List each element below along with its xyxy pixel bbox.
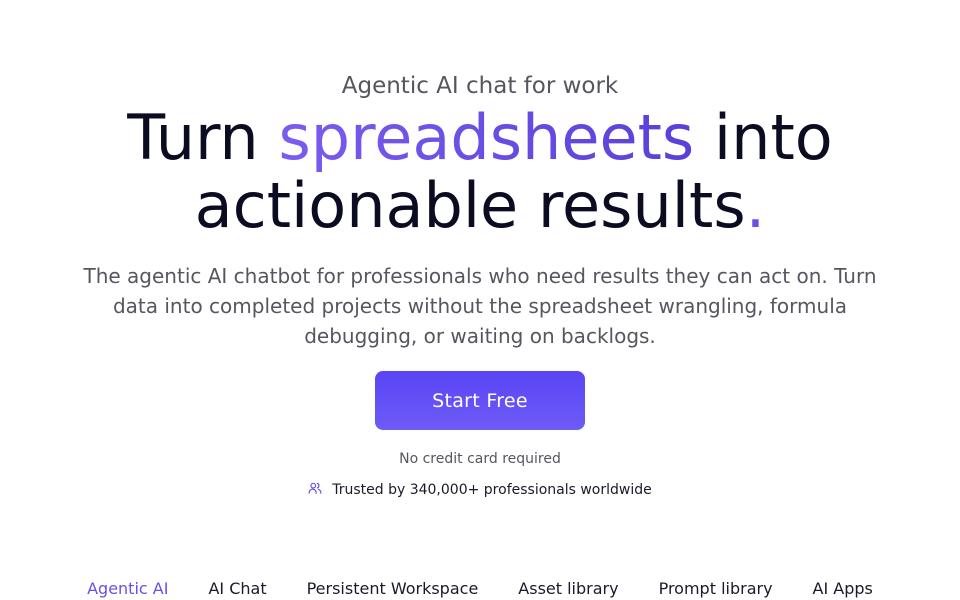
headline-line2: actionable results [194, 169, 746, 242]
hero-subcopy: The agentic AI chatbot for professionals… [83, 264, 877, 348]
nav-item-ai-chat[interactable]: AI Chat [208, 578, 266, 600]
no-credit-card-note: No credit card required [399, 451, 561, 467]
hero-headline: Turn spreadsheets into actionable results… [0, 104, 960, 240]
nav-item-ai-apps[interactable]: AI Apps [813, 578, 873, 600]
trust-text: Trusted by 340,000+ professionals worldw… [332, 482, 652, 498]
feature-nav: Agentic AI AI Chat Persistent Workspace … [0, 578, 960, 600]
headline-part2: into [694, 101, 833, 174]
trust-line: Trusted by 340,000+ professionals worldw… [0, 481, 960, 499]
nav-item-persistent-workspace[interactable]: Persistent Workspace [307, 578, 479, 600]
users-icon [308, 481, 322, 499]
start-free-button[interactable]: Start Free [375, 371, 585, 430]
nav-item-asset-library[interactable]: Asset library [518, 578, 618, 600]
nav-item-agentic-ai[interactable]: Agentic AI [87, 578, 168, 600]
nav-item-prompt-library[interactable]: Prompt library [659, 578, 773, 600]
headline-highlight: spreadsheets [278, 101, 695, 174]
hero-eyebrow: Agentic AI chat for work [341, 73, 619, 99]
headline-dot: . [745, 169, 766, 242]
headline-part1: Turn [127, 101, 279, 174]
